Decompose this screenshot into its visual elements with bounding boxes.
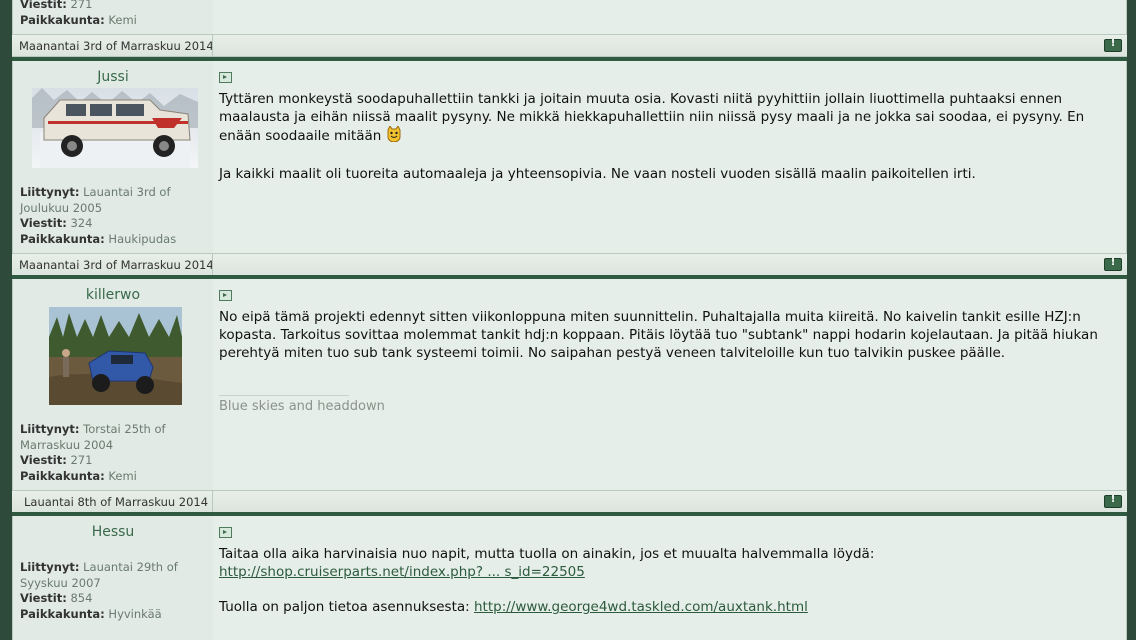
report-post-icon[interactable] <box>1104 257 1122 271</box>
post: killerwo Liittynyt: Torstai 25th of Marr… <box>12 279 1127 490</box>
report-post-icon[interactable] <box>1104 494 1122 508</box>
post-count: 854 <box>70 591 93 605</box>
post-count: 324 <box>70 216 93 230</box>
post-count: 271 <box>70 0 93 11</box>
post-body: Tyttären monkeystä soodapuhallettiin tan… <box>213 61 1127 253</box>
post-text: Taitaa olla aika harvinaisia nuo napit, … <box>219 546 875 615</box>
author-meta: Viestit: 271 Paikkakunta: Kemi <box>20 0 210 28</box>
username[interactable]: Hessu <box>13 524 213 540</box>
post-body: Taitaa olla aika harvinaisia nuo napit, … <box>213 516 1127 640</box>
post-date: Maanantai 3rd of Marraskuu 2014 <box>19 39 214 53</box>
post-body: No eipä tämä projekti edennyt sitten vii… <box>213 279 1127 490</box>
post-link-icon[interactable] <box>219 72 232 83</box>
george4wd-link[interactable]: http://www.george4wd.taskled.com/auxtank… <box>474 599 808 615</box>
username[interactable]: Jussi <box>13 69 213 85</box>
location: Kemi <box>108 12 137 27</box>
location: Haukipudas <box>108 231 177 246</box>
author-meta: Liittynyt: Lauantai 3rd of Joulukuu 2005… <box>20 185 177 246</box>
post-footer: Lauantai 8th of Marraskuu 2014 <box>12 490 1127 513</box>
post: Viestit: 271 Paikkakunta: Kemi <box>12 0 1127 34</box>
post-date: Maanantai 3rd of Marraskuu 2014 <box>19 258 214 272</box>
report-post-icon[interactable] <box>1104 38 1122 52</box>
author-meta: Liittynyt: Torstai 25th of Marraskuu 200… <box>20 422 166 483</box>
post-link-icon[interactable] <box>219 290 232 301</box>
author-meta: Liittynyt: Lauantai 29th of Syyskuu 2007… <box>20 560 178 621</box>
post-footer: Maanantai 3rd of Marraskuu 2014 <box>12 253 1127 276</box>
username[interactable]: killerwo <box>13 287 213 303</box>
smiley-icon <box>386 125 402 147</box>
cruiserparts-link[interactable]: http://shop.cruiserparts.net/index.php? … <box>219 564 585 580</box>
post-count: 271 <box>70 453 93 467</box>
post-body <box>213 0 1127 34</box>
forum-thread: Viestit: 271 Paikkakunta: Kemi Maanantai… <box>12 0 1127 640</box>
author-cell: Hessu Liittynyt: Lauantai 29th of Syysku… <box>12 516 214 640</box>
post: Hessu Liittynyt: Lauantai 29th of Syysku… <box>12 516 1127 640</box>
post-text: Tyttären monkeystä soodapuhallettiin tan… <box>219 91 1085 182</box>
author-cell: killerwo Liittynyt: Torstai 25th of Marr… <box>12 279 214 490</box>
post-footer: Maanantai 3rd of Marraskuu 2014 <box>12 34 1127 57</box>
post-date: Lauantai 8th of Marraskuu 2014 <box>24 495 209 509</box>
post: Jussi Liittynyt: Lauantai 3rd of Jouluku… <box>12 61 1127 253</box>
avatar <box>32 88 198 168</box>
location: Kemi <box>108 468 137 483</box>
author-cell: Viestit: 271 Paikkakunta: Kemi <box>12 0 214 34</box>
location: Hyvinkää <box>108 606 162 621</box>
signature-divider <box>219 395 349 396</box>
avatar <box>49 307 182 405</box>
author-cell: Jussi Liittynyt: Lauantai 3rd of Jouluku… <box>12 61 214 253</box>
post-link-icon[interactable] <box>219 527 232 538</box>
signature: Blue skies and headdown <box>219 399 385 414</box>
post-text: No eipä tämä projekti edennyt sitten vii… <box>219 309 1098 361</box>
